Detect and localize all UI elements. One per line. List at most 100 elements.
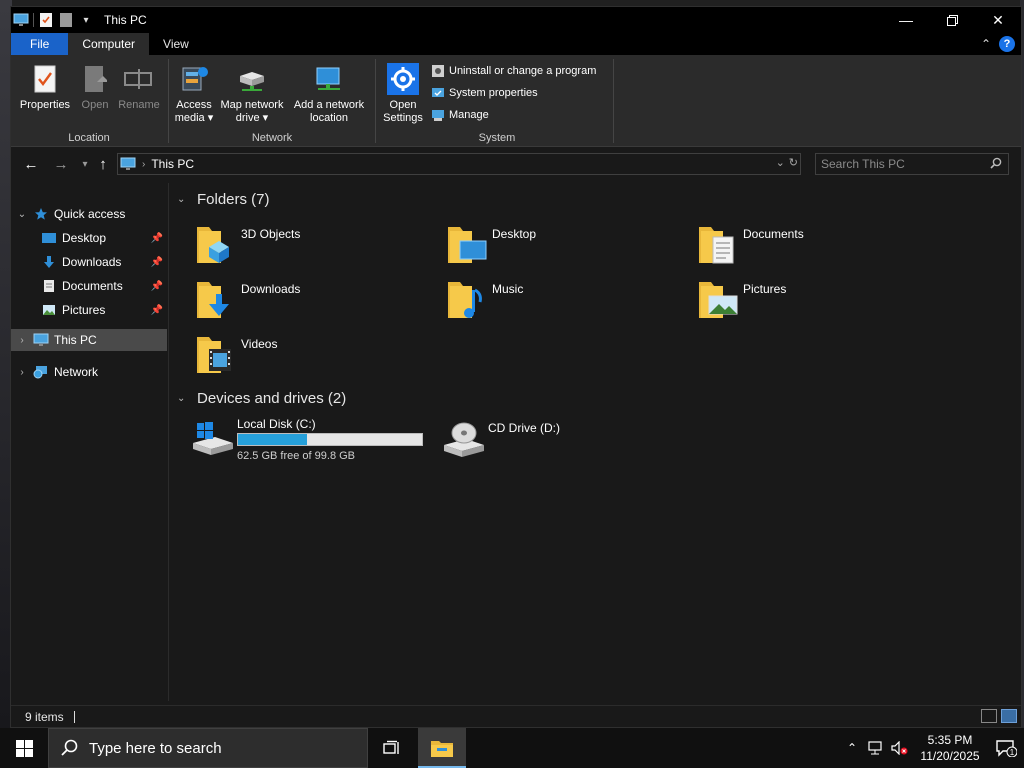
file-explorer-icon	[431, 741, 453, 757]
file-explorer-window: ▾ This PC — ✕ File Computer View ⌃ ? Pro…	[10, 6, 1022, 728]
clock-time: 5:35 PM	[927, 733, 973, 747]
folder-downloads[interactable]: Downloads	[195, 276, 435, 326]
access-media-button[interactable]: Access media ▾	[171, 63, 217, 125]
add-network-location-button[interactable]: Add a network location	[289, 63, 369, 125]
folder-desktop[interactable]: Desktop	[446, 221, 686, 271]
sidebar-item-documents[interactable]: Documents 📌	[11, 275, 167, 297]
notification-center-button[interactable]: 1	[988, 728, 1024, 768]
location-group-label: Location	[68, 132, 110, 144]
system-properties-button[interactable]: System properties	[431, 83, 538, 103]
tab-computer[interactable]: Computer	[68, 33, 150, 55]
open-button[interactable]: Open	[75, 63, 115, 112]
quick-access-toolbar: ▾	[11, 7, 94, 33]
this-pc-icon	[13, 12, 29, 28]
sidebar-item-network[interactable]: › Network	[11, 361, 167, 383]
open-settings-button[interactable]: Open Settings	[379, 63, 427, 125]
system-group: Open Settings Uninstall or change a prog…	[377, 55, 617, 147]
folders-section-header[interactable]: ⌄ Folders (7)	[177, 189, 270, 209]
disk-free-space: 62.5 GB free of 99.8 GB	[237, 450, 356, 462]
documents-folder-icon	[699, 227, 734, 264]
sidebar-item-pictures[interactable]: Pictures 📌	[11, 299, 167, 321]
location-group: Properties Open Rename Location	[11, 55, 167, 147]
network-status-icon[interactable]	[864, 728, 888, 768]
taskbar-search-box[interactable]: Type here to search	[48, 728, 368, 768]
drive-local-disk-c[interactable]: Local Disk (C:) 62.5 GB free of 99.8 GB	[191, 415, 441, 465]
rename-icon	[123, 63, 155, 95]
search-box[interactable]	[815, 153, 1009, 175]
folder-videos[interactable]: Videos	[195, 331, 435, 381]
up-button[interactable]: ↑	[93, 154, 113, 174]
properties-button[interactable]: Properties	[17, 63, 73, 112]
properties-qat-icon[interactable]	[38, 12, 54, 28]
item-count: 9 items	[25, 709, 64, 724]
sidebar-item-desktop[interactable]: Desktop 📌	[11, 227, 167, 249]
task-view-button[interactable]	[372, 728, 412, 768]
volume-muted-icon[interactable]	[888, 728, 912, 768]
quick-access-label: Quick access	[54, 207, 126, 221]
customize-qat-icon[interactable]: ▾	[78, 12, 94, 28]
file-explorer-taskbar-button[interactable]	[418, 728, 466, 768]
devices-section-header[interactable]: ⌄ Devices and drives (2)	[177, 388, 346, 408]
refresh-icon[interactable]: ↻	[789, 156, 798, 169]
windows-drive-icon	[193, 422, 233, 455]
properties-icon	[29, 63, 61, 95]
large-icons-view-button[interactable]	[1001, 709, 1017, 723]
manage-button[interactable]: Manage	[431, 105, 489, 125]
desktop-folder-icon	[41, 230, 57, 246]
close-button[interactable]: ✕	[975, 7, 1021, 33]
pin-icon[interactable]: 📌	[151, 233, 163, 244]
map-network-drive-button[interactable]: Map network drive ▾	[217, 63, 287, 125]
address-bar[interactable]: › This PC ⌄ ↻	[117, 153, 801, 175]
search-icon	[990, 157, 1002, 172]
forward-button[interactable]: →	[51, 154, 71, 174]
show-hidden-icons-button[interactable]: ⌃	[840, 728, 864, 768]
taskbar-clock[interactable]: 5:35 PM 11/20/2025	[912, 732, 988, 764]
pin-icon[interactable]: 📌	[151, 281, 163, 292]
system-properties-icon	[431, 86, 445, 100]
this-pc-icon	[33, 332, 49, 348]
system-tray: ⌃ 5:35 PM 11/20/2025 1	[840, 728, 1024, 768]
details-view-button[interactable]	[981, 709, 997, 723]
computer-management-icon	[431, 108, 445, 122]
uninstall-program-button[interactable]: Uninstall or change a program	[431, 61, 596, 81]
sidebar-item-quick-access[interactable]: ⌄ Quick access	[11, 203, 167, 225]
downloads-arrow-icon	[41, 254, 57, 270]
new-folder-qat-icon[interactable]	[58, 12, 74, 28]
pin-icon[interactable]: 📌	[151, 305, 163, 316]
help-icon[interactable]: ?	[999, 36, 1015, 52]
pictures-folder-icon	[699, 282, 738, 318]
status-bar: 9 items	[11, 705, 1021, 727]
folder-pictures[interactable]: Pictures	[697, 276, 937, 326]
folder-music[interactable]: Music	[446, 276, 686, 326]
programs-icon	[431, 64, 445, 78]
collapse-ribbon-icon[interactable]: ⌃	[981, 37, 991, 51]
task-view-icon	[383, 740, 399, 754]
collapsed-chevron-icon[interactable]: ›	[15, 367, 29, 378]
folder-3d-objects[interactable]: 3D Objects	[195, 221, 435, 271]
recent-locations-button[interactable]: ▾	[75, 154, 95, 174]
tab-file[interactable]: File	[11, 33, 69, 55]
pin-icon[interactable]: 📌	[151, 257, 163, 268]
3d-objects-folder-icon	[197, 227, 229, 263]
rename-button[interactable]: Rename	[115, 63, 163, 112]
tab-view[interactable]: View	[149, 33, 203, 55]
drive-cd-d[interactable]: CD Drive (D:)	[442, 415, 682, 465]
address-dropdown-icon[interactable]: ⌄	[776, 156, 785, 169]
search-input[interactable]	[816, 157, 984, 171]
search-icon	[61, 739, 78, 756]
breadcrumb[interactable]: This PC	[151, 157, 194, 171]
expanded-chevron-icon[interactable]: ⌄	[177, 393, 189, 404]
folder-documents[interactable]: Documents	[697, 221, 937, 271]
network-group-label: Network	[251, 132, 293, 144]
expanded-chevron-icon[interactable]: ⌄	[15, 209, 29, 220]
sidebar-item-downloads[interactable]: Downloads 📌	[11, 251, 167, 273]
expanded-chevron-icon[interactable]: ⌄	[177, 194, 189, 205]
sidebar-item-this-pc[interactable]: › This PC	[11, 329, 167, 351]
network-icon	[33, 364, 49, 380]
minimize-button[interactable]: —	[883, 7, 929, 33]
collapsed-chevron-icon[interactable]: ›	[15, 335, 29, 346]
start-button[interactable]	[0, 728, 48, 768]
back-button[interactable]: ←	[21, 154, 41, 174]
title-bar: ▾ This PC — ✕	[11, 7, 1021, 33]
restore-button[interactable]	[929, 7, 975, 33]
